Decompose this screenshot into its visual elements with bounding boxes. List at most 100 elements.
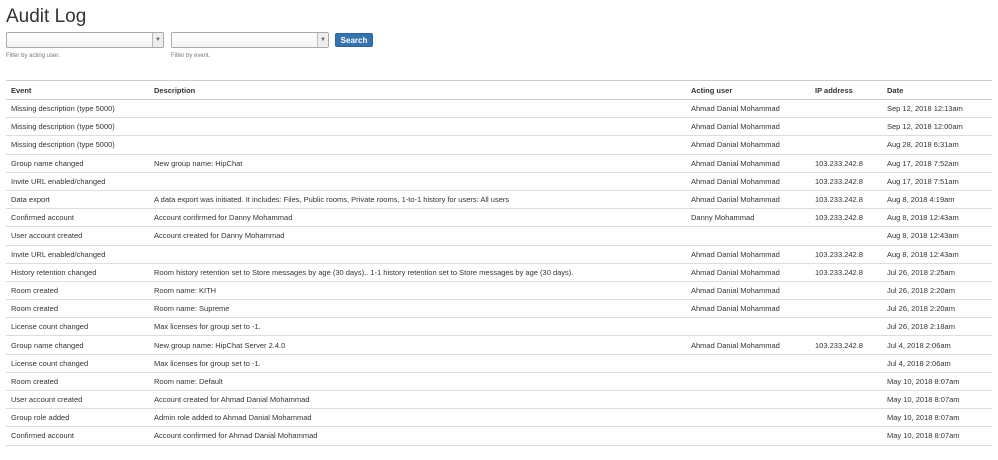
- table-row: User account created Account created for …: [6, 391, 992, 409]
- cell-ip-address: [810, 118, 882, 136]
- cell-acting-user: Ahmad Danial Mohammad: [691, 195, 780, 205]
- cell-acting-user: Ahmad Danial Mohammad: [691, 122, 780, 132]
- cell-acting-user: Ahmad Danial Mohammad: [691, 267, 780, 277]
- column-header-acting-user: Acting user: [691, 85, 733, 95]
- column-header-event: Event: [11, 85, 32, 95]
- table-row: Missing description (type 5000) Ahmad Dan…: [6, 118, 992, 136]
- cell-event: License count changed: [11, 358, 89, 368]
- table-row: License count changed Max licenses for gr…: [6, 354, 992, 373]
- cell-description: Max licenses for group set to -1.: [154, 358, 261, 368]
- audit-log-table: Event Description Acting user IP address…: [6, 80, 992, 446]
- cell-ip-address: [810, 136, 882, 154]
- cell-event: Missing description (type 5000): [11, 104, 115, 114]
- cell-acting-user: [686, 391, 810, 409]
- cell-event: History retention changed: [11, 267, 97, 277]
- cell-event: Room created: [11, 304, 59, 314]
- cell-acting-user: Ahmad Danial Mohammad: [691, 249, 780, 259]
- table-row: User account created Account created for …: [6, 227, 992, 245]
- cell-description: Account created for Danny Mohammad: [154, 231, 285, 241]
- cell-ip-address: [810, 391, 882, 409]
- table-row: Room created Room name: Supreme Ahmad Dani…: [6, 300, 992, 318]
- cell-date: May 10, 2018 8:07am: [887, 395, 960, 405]
- cell-date: Jul 26, 2018 2:20am: [887, 304, 955, 314]
- cell-date: Aug 8, 2018 4:19am: [887, 195, 955, 205]
- chevron-down-icon[interactable]: ▼: [317, 33, 328, 47]
- cell-acting-user: [686, 427, 810, 445]
- table-row: Missing description (type 5000) Ahmad Dan…: [6, 136, 992, 155]
- cell-acting-user: Ahmad Danial Mohammad: [691, 285, 780, 295]
- cell-acting-user: Ahmad Danial Mohammad: [691, 140, 780, 150]
- cell-acting-user: Ahmad Danial Mohammad: [691, 158, 780, 168]
- cell-description: New group name: HipChat: [154, 158, 243, 168]
- cell-event: User account created: [11, 395, 83, 405]
- cell-ip-address: 103.233.242.8: [815, 267, 863, 277]
- cell-description: Admin role added to Ahmad Danial Mohamma…: [154, 413, 312, 423]
- page-title: Audit Log: [6, 6, 87, 27]
- table-row: Invite URL enabled/changed Ahmad Danial M…: [6, 172, 992, 191]
- cell-acting-user: Danny Mohammad: [691, 213, 755, 223]
- cell-date: Aug 8, 2018 12:43am: [887, 231, 959, 241]
- cell-date: Aug 8, 2018 12:43am: [887, 249, 959, 259]
- cell-date: May 10, 2018 8:07am: [887, 431, 960, 441]
- table-row: Group name changed New group name: HipCha…: [6, 336, 992, 355]
- user-filter: ▼ Filter by acting user.: [6, 32, 164, 59]
- table-body: Missing description (type 5000) Ahmad Dan…: [6, 100, 992, 446]
- cell-description: [149, 245, 686, 263]
- cell-ip-address: [810, 227, 882, 245]
- table-row: Group name changed New group name: HipCha…: [6, 154, 992, 173]
- cell-acting-user: [686, 409, 810, 427]
- table-header-row: Event Description Acting user IP address…: [6, 80, 992, 100]
- cell-description: Room name: Default: [154, 376, 223, 386]
- cell-event: Missing description (type 5000): [11, 122, 115, 132]
- cell-description: Account created for Ahmad Danial Mohamma…: [154, 395, 310, 405]
- cell-description: A data export was initiated. It includes…: [154, 195, 510, 205]
- cell-description: [149, 136, 686, 154]
- cell-event: Invite URL enabled/changed: [11, 249, 106, 259]
- table-row: Confirmed account Account confirmed for D…: [6, 209, 992, 227]
- event-select[interactable]: ▼: [171, 32, 329, 48]
- cell-date: May 10, 2018 8:07am: [887, 376, 960, 386]
- cell-event: User account created: [11, 231, 83, 241]
- cell-description: [149, 118, 686, 136]
- cell-event: Confirmed account: [11, 431, 74, 441]
- cell-ip-address: 103.233.242.8: [815, 176, 863, 186]
- cell-ip-address: 103.233.242.8: [815, 195, 863, 205]
- table-row: Group role added Admin role added to Ahma…: [6, 409, 992, 427]
- cell-description: Max licenses for group set to -1.: [154, 322, 261, 332]
- column-header-description: Description: [154, 85, 196, 95]
- cell-ip-address: 103.233.242.8: [815, 249, 863, 259]
- chevron-down-icon[interactable]: ▼: [152, 33, 163, 47]
- cell-event: Missing description (type 5000): [11, 140, 115, 150]
- cell-description: Room name: KITH: [154, 285, 217, 295]
- cell-ip-address: [810, 409, 882, 427]
- column-header-date: Date: [887, 85, 904, 95]
- table-row: Room created Room name: Default May 10, 20…: [6, 372, 992, 391]
- event-filter: ▼ Filter by event.: [171, 32, 329, 59]
- cell-date: Jul 26, 2018 2:20am: [887, 285, 955, 295]
- cell-acting-user: [686, 372, 810, 390]
- cell-description: New group name: HipChat Server 2.4.0: [154, 340, 286, 350]
- cell-acting-user: [686, 318, 810, 336]
- table-row: Data export A data export was initiated. …: [6, 190, 992, 209]
- cell-ip-address: [810, 427, 882, 445]
- cell-event: Invite URL enabled/changed: [11, 176, 106, 186]
- cell-event: Confirmed account: [11, 213, 74, 223]
- cell-date: Aug 17, 2018 7:51am: [887, 176, 959, 186]
- cell-description: Account confirmed for Ahmad Danial Moham…: [154, 431, 318, 441]
- cell-description: [149, 100, 686, 118]
- table-row: Confirmed account Account confirmed for A…: [6, 427, 992, 446]
- cell-ip-address: 103.233.242.8: [815, 213, 863, 223]
- cell-acting-user: [686, 227, 810, 245]
- event-filter-hint: Filter by event.: [171, 53, 211, 59]
- acting-user-select[interactable]: ▼: [6, 32, 164, 48]
- search-button[interactable]: Search: [335, 33, 373, 47]
- table-row: History retention changed Room history re…: [6, 263, 992, 282]
- cell-acting-user: [686, 354, 810, 372]
- cell-ip-address: [810, 300, 882, 318]
- cell-ip-address: 103.233.242.8: [815, 158, 863, 168]
- audit-log-table-container: Event Description Acting user IP address…: [6, 80, 992, 446]
- cell-date: Sep 12, 2018 12:00am: [887, 122, 963, 132]
- cell-date: Aug 17, 2018 7:52am: [887, 158, 959, 168]
- cell-date: Jul 26, 2018 2:18am: [887, 322, 955, 332]
- cell-event: License count changed: [11, 322, 89, 332]
